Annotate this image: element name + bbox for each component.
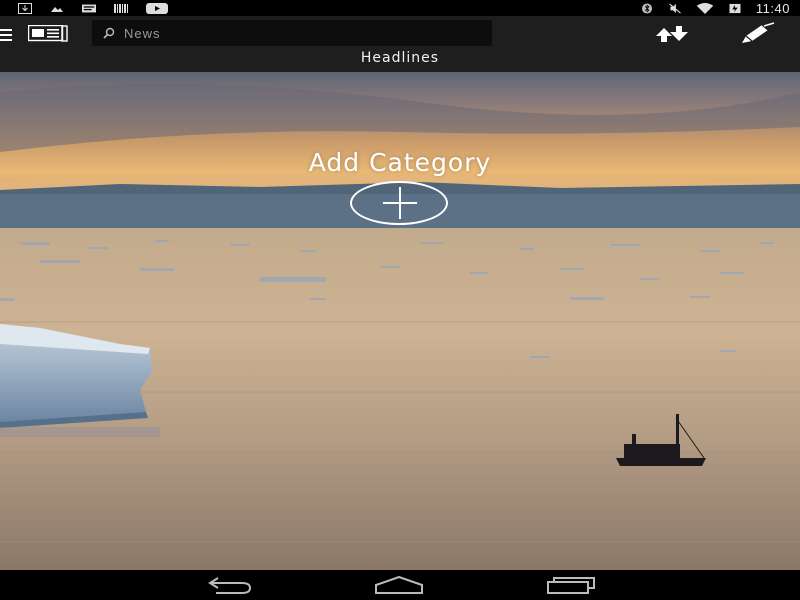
- status-bar: 11:40: [0, 0, 800, 16]
- back-icon[interactable]: [204, 576, 254, 594]
- search-icon: [103, 27, 115, 39]
- add-category-label[interactable]: Add Category: [309, 148, 492, 177]
- battery-icon: [729, 3, 741, 13]
- nav-bar: [0, 570, 800, 600]
- plus-icon[interactable]: [350, 181, 448, 225]
- image-icon: [51, 6, 63, 12]
- download-arrows-icon[interactable]: [652, 22, 692, 46]
- status-time: 11:40: [755, 0, 790, 16]
- home-icon[interactable]: [374, 576, 424, 594]
- youtube-icon: [146, 2, 168, 14]
- seascape-image: [0, 72, 800, 570]
- pen-icon[interactable]: [738, 22, 778, 46]
- background-photo: [0, 72, 800, 570]
- wifi-icon: [696, 2, 714, 14]
- recents-icon[interactable]: [546, 576, 596, 594]
- section-title: Headlines: [360, 50, 440, 66]
- bluetooth-icon: [641, 2, 652, 14]
- download-icon: [18, 2, 32, 14]
- add-category[interactable]: Add Category: [0, 148, 800, 177]
- mute-icon: [669, 2, 681, 14]
- search-box[interactable]: [92, 20, 492, 46]
- hamburger-icon[interactable]: [0, 26, 14, 42]
- newspaper-icon[interactable]: [28, 25, 68, 43]
- message-icon: [82, 4, 96, 12]
- barcode-icon: [114, 3, 128, 13]
- search-input[interactable]: [122, 24, 486, 42]
- status-right: 11:40: [640, 1, 800, 16]
- app-bar: Headlines: [0, 16, 800, 72]
- status-left: [0, 2, 168, 14]
